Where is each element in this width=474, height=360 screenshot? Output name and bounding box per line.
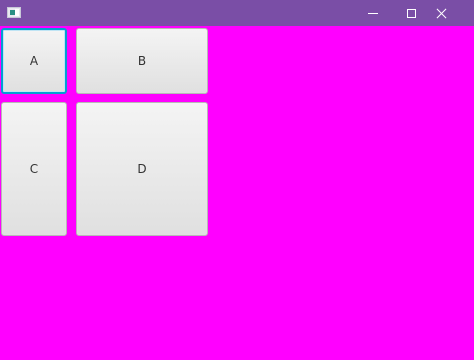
maximize-icon: [406, 8, 416, 18]
button-c[interactable]: C: [1, 102, 67, 236]
minimize-icon: [368, 12, 378, 14]
app-window-icon[interactable]: [7, 7, 21, 18]
button-d[interactable]: D: [76, 102, 208, 236]
close-button[interactable]: [424, 0, 458, 26]
minimize-button[interactable]: [356, 0, 390, 26]
button-a[interactable]: A: [1, 28, 67, 94]
button-b[interactable]: B: [76, 28, 208, 94]
title-bar[interactable]: [0, 0, 474, 26]
close-icon: [436, 8, 447, 19]
maximize-button[interactable]: [394, 0, 428, 26]
app-window: A B C D: [0, 0, 474, 360]
